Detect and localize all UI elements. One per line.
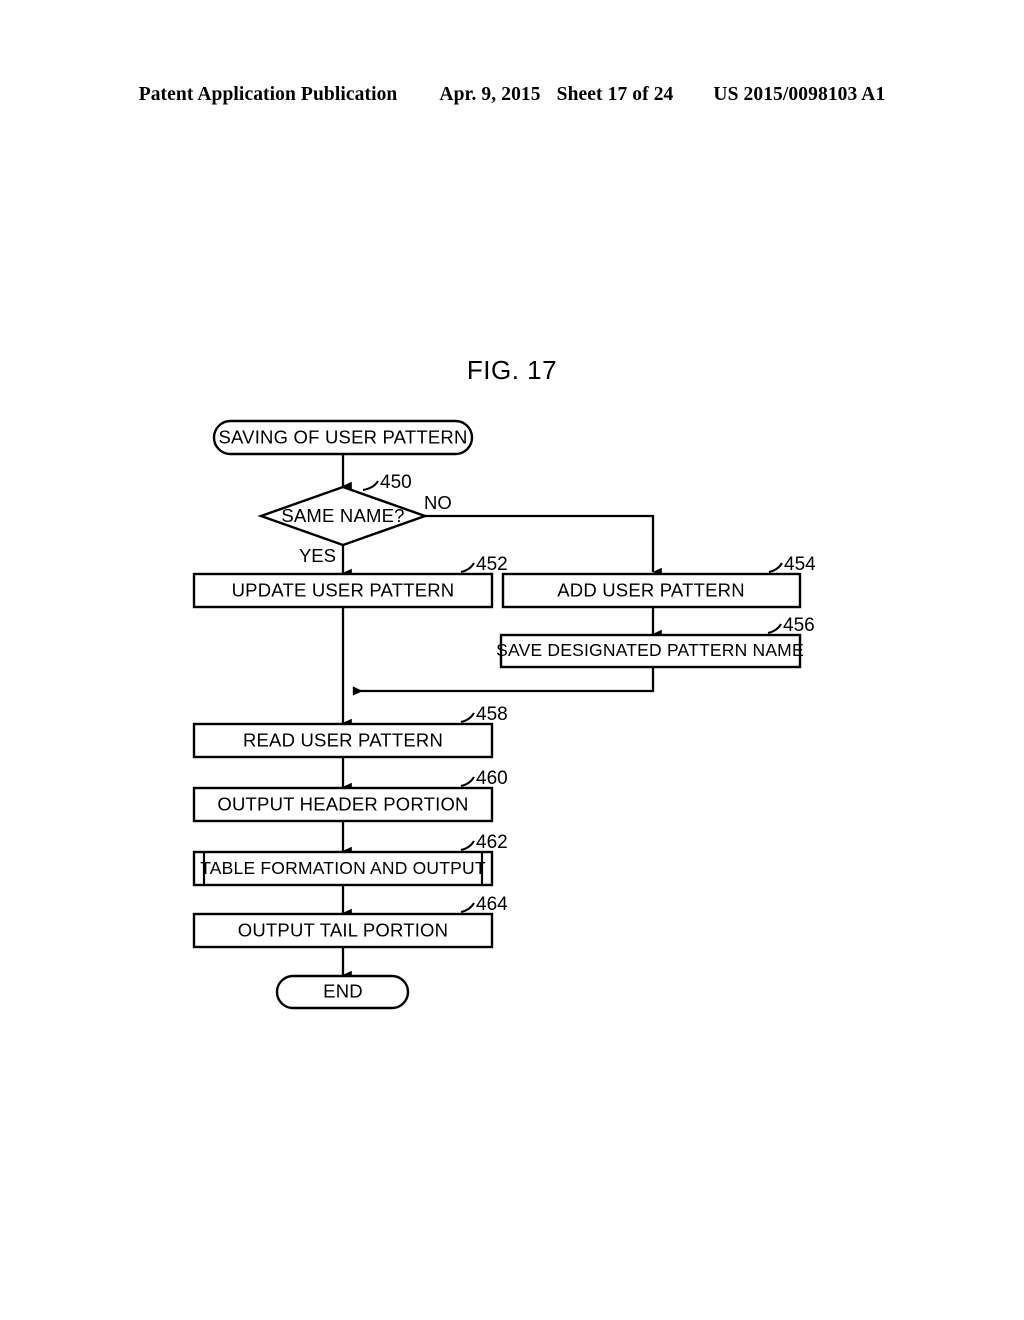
ref-number-460: 460: [476, 768, 508, 789]
flowchart-figure: NO YES SAVING OF USER PATTERN SAME NAME?…: [0, 0, 1024, 1320]
node-start: SAVING OF USER PATTERN: [212, 419, 474, 456]
ref-leader-460: [460, 776, 475, 787]
ref-number-452: 452: [476, 554, 508, 575]
node-table-formation-and-output-label: TABLE FORMATION AND OUTPUT: [200, 858, 486, 878]
ref-number-458: 458: [476, 704, 508, 725]
ref-leader-456: [767, 623, 782, 634]
node-update-user-pattern-label: UPDATE USER PATTERN: [232, 579, 455, 600]
patent-page: Patent Application Publication Apr. 9, 2…: [0, 0, 1024, 1320]
ref-leader-464: [460, 902, 475, 913]
node-output-tail-portion: OUTPUT TAIL PORTION 464: [192, 894, 508, 949]
node-add-user-pattern: ADD USER PATTERN 454: [501, 554, 816, 609]
branch-label-yes: YES: [299, 545, 336, 566]
ref-number-450: 450: [380, 472, 412, 493]
node-save-designated-pattern-name: SAVE DESIGNATED PATTERN NAME 456: [496, 615, 815, 669]
edge-save-name-to-merge: [352, 667, 655, 696]
ref-leader-452: [460, 562, 475, 573]
node-start-label: SAVING OF USER PATTERN: [218, 426, 467, 447]
node-output-tail-portion-label: OUTPUT TAIL PORTION: [238, 919, 448, 940]
node-save-designated-pattern-name-label: SAVE DESIGNATED PATTERN NAME: [496, 640, 804, 660]
ref-leader-454: [768, 562, 783, 573]
flowchart-canvas: NO YES SAVING OF USER PATTERN SAME NAME?…: [192, 419, 816, 1010]
ref-number-462: 462: [476, 832, 508, 853]
branch-label-no: NO: [424, 492, 452, 513]
ref-leader-462: [460, 840, 475, 851]
ref-number-454: 454: [784, 554, 816, 575]
node-read-user-pattern: READ USER PATTERN 458: [192, 704, 508, 759]
node-table-formation-and-output: TABLE FORMATION AND OUTPUT 462: [192, 832, 508, 887]
node-output-header-portion-label: OUTPUT HEADER PORTION: [217, 793, 468, 814]
node-decision-label: SAME NAME?: [281, 505, 404, 526]
node-output-header-portion: OUTPUT HEADER PORTION 460: [192, 768, 508, 823]
ref-number-464: 464: [476, 894, 508, 915]
ref-leader-450: [362, 480, 379, 491]
ref-leader-458: [460, 712, 475, 723]
node-end-label: END: [323, 980, 363, 1001]
edge-decision-no-to-add: [424, 514, 662, 577]
node-read-user-pattern-label: READ USER PATTERN: [243, 729, 443, 750]
node-add-user-pattern-label: ADD USER PATTERN: [557, 579, 745, 600]
node-update-user-pattern: UPDATE USER PATTERN 452: [192, 554, 508, 609]
ref-number-456: 456: [783, 615, 815, 636]
node-end: END: [275, 974, 410, 1010]
